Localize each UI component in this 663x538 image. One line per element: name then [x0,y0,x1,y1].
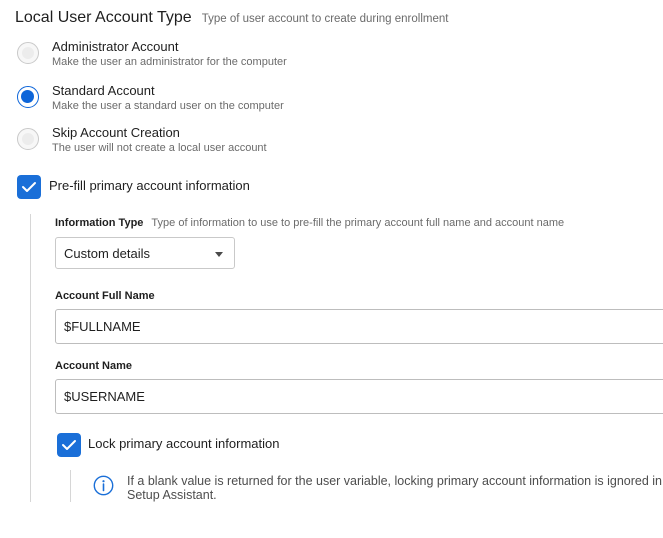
radio-label: Administrator Account [52,39,179,54]
radio-description: Make the user an administrator for the c… [52,56,287,68]
lock-checkbox[interactable] [57,433,81,457]
info-message: If a blank value is returned for the use… [127,474,662,502]
information-type-select[interactable]: Custom details [55,237,235,269]
lock-label: Lock primary account information [88,436,280,451]
section-title: Local User Account Type [15,9,192,26]
caret-down-icon [215,252,223,257]
information-type-label: Information Type [55,217,144,229]
account-name-input[interactable] [55,379,663,414]
radio-description: The user will not create a local user ac… [52,142,267,154]
information-type-value: Custom details [64,246,150,261]
info-divider [70,470,71,502]
prefill-label: Pre-fill primary account information [49,178,250,193]
prefill-checkbox[interactable] [17,175,41,199]
information-type-description: Type of information to use to pre-fill t… [151,217,565,229]
prefill-checkbox-row[interactable]: Pre-fill primary account information [17,175,277,201]
radio-standard-account[interactable] [17,86,39,108]
full-name-label: Account Full Name [55,290,155,302]
radio-skip-account-creation[interactable] [17,128,39,150]
info-icon [93,475,114,501]
account-name-label: Account Name [55,360,133,372]
lock-checkbox-row[interactable]: Lock primary account information [57,433,317,459]
radio-label: Standard Account [52,83,155,98]
full-name-input[interactable] [55,309,663,344]
section-header: Local User Account Type Type of user acco… [15,9,448,27]
radio-label: Skip Account Creation [52,125,180,140]
checkmark-icon [62,440,76,450]
checkmark-icon [22,182,36,192]
radio-description: Make the user a standard user on the com… [52,100,284,112]
section-description: Type of user account to create during en… [201,13,449,25]
information-type-header: Information Type Type of information to u… [55,217,564,229]
radio-administrator-account[interactable] [17,42,39,64]
indent-divider [30,214,31,502]
